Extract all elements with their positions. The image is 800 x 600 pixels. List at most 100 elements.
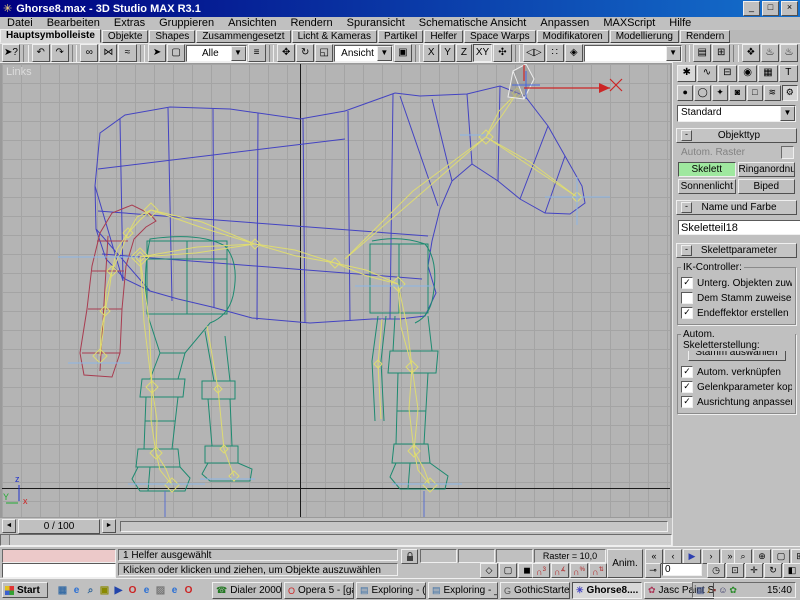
degradation-icon[interactable]: ▢	[499, 563, 517, 578]
tray-app3-icon[interactable]: ✿	[729, 585, 737, 596]
rollout-objekttyp[interactable]: - Objekttyp	[676, 128, 797, 143]
pivot-mode-icon[interactable]: ▣	[394, 44, 412, 62]
rollout-name-und-farbe[interactable]: - Name und Farbe	[676, 200, 797, 215]
toolbar-tab[interactable]: Helfer	[424, 30, 463, 43]
prev-frame-button[interactable]: ‹	[664, 549, 682, 564]
link-icon[interactable]: ∞	[80, 44, 98, 62]
checkbox-row[interactable]: Autom. verknüpfen	[681, 365, 792, 379]
menu-item[interactable]: Schematische Ansicht	[412, 17, 534, 30]
toolbar-tab[interactable]: Space Warps	[464, 30, 536, 43]
checkbox[interactable]	[681, 292, 693, 304]
ql-ie-icon[interactable]: e	[70, 585, 83, 596]
checkbox-row[interactable]: Gelenkparameter kopieren	[681, 380, 792, 394]
checkbox[interactable]	[681, 307, 693, 319]
render-check-icon[interactable]: ◇	[480, 563, 498, 578]
helpers-icon[interactable]: □	[747, 85, 763, 101]
axis-x-button[interactable]: X	[423, 44, 438, 62]
object-type-button[interactable]: Ringanordnung	[738, 162, 796, 177]
tray-app2-icon[interactable]: ☺	[718, 585, 727, 596]
menu-item[interactable]: MAXScript	[596, 17, 662, 30]
toolbar-tab[interactable]: Partikel	[378, 30, 423, 43]
lights-icon[interactable]: ✦	[712, 85, 728, 101]
object-type-button[interactable]: Skelett	[678, 162, 736, 177]
checkbox-row[interactable]: Dem Stamm zuweisen	[681, 291, 792, 305]
viewport-links[interactable]: Links	[2, 64, 670, 517]
toolbar-tab[interactable]: Licht & Kameras	[292, 30, 377, 43]
toolbar-tab[interactable]: Modellierung	[610, 30, 679, 43]
render-last-icon[interactable]: ♨	[780, 44, 798, 62]
task-gothicstarter[interactable]: G GothicStarter..	[500, 582, 570, 599]
ql-ie3-icon[interactable]: e	[168, 585, 181, 596]
render-scene-icon[interactable]: ♨	[761, 44, 779, 62]
time-forward-button[interactable]: ►	[102, 519, 116, 533]
axis-y-button[interactable]: Y	[440, 44, 455, 62]
region-zoom-icon[interactable]: ⊡	[726, 563, 744, 578]
axis-xy-button[interactable]: XY	[473, 44, 493, 62]
redo-icon[interactable]: ↷	[51, 44, 69, 62]
ql-ie2-icon[interactable]: e	[140, 585, 153, 596]
select-by-name-icon[interactable]: ≡	[248, 44, 266, 62]
task-ghorse[interactable]: ✳ Ghorse8....	[572, 582, 642, 599]
toolbar-tab[interactable]: Shapes	[149, 30, 195, 43]
material-editor-icon[interactable]: ❖	[742, 44, 760, 62]
utilities-tab[interactable]: T	[779, 65, 798, 82]
snap-3d-icon[interactable]: ∩3	[532, 563, 550, 578]
minmax-to ggle-icon[interactable]: ◧	[783, 563, 800, 578]
ql-opera-icon[interactable]: O	[126, 585, 139, 596]
checkbox-row[interactable]: Endeffektor erstellen	[681, 306, 792, 320]
collapse-icon[interactable]: -	[681, 245, 692, 256]
mirror-icon[interactable]: ◁▷	[523, 44, 545, 62]
region-select-icon[interactable]: ▢	[167, 44, 185, 62]
minimize-button[interactable]: _	[743, 1, 760, 16]
menu-item[interactable]: Hilfe	[662, 17, 698, 30]
geometry-icon[interactable]: ●	[677, 85, 693, 101]
toolbar-tab[interactable]: Hauptsymbolleiste	[0, 29, 101, 43]
select-object-icon[interactable]: ➤	[148, 44, 166, 62]
checkbox-row[interactable]: Unterg. Objekten zuweisen	[681, 276, 792, 290]
current-frame-field[interactable]	[662, 563, 702, 576]
ql-desktop-icon[interactable]: ▦	[56, 585, 69, 596]
set-key-icon[interactable]: ⊸	[645, 563, 661, 578]
checkbox[interactable]	[681, 396, 693, 408]
task-explorer-2[interactable]: ▤ Exploring - _..	[428, 582, 498, 599]
track-bar[interactable]	[0, 534, 672, 546]
toolbar-tab[interactable]: Modifikatoren	[537, 30, 609, 43]
zoom-extents-icon[interactable]: ⊕	[753, 549, 771, 564]
bind-spacewarp-icon[interactable]: ≈	[118, 44, 136, 62]
snap-spinner-icon[interactable]: ∩⇅	[589, 563, 607, 578]
animate-button[interactable]: Anim.	[607, 549, 643, 578]
collapse-icon[interactable]: -	[681, 202, 692, 213]
tray-volume-icon[interactable]: ♪	[707, 585, 712, 596]
ql-opera2-icon[interactable]: O	[182, 585, 195, 596]
unlink-icon[interactable]: ⋈	[99, 44, 117, 62]
go-start-button[interactable]: «	[645, 549, 663, 564]
array-icon[interactable]: ∷	[546, 44, 564, 62]
viewport-label[interactable]: Links	[6, 66, 32, 78]
dropdown-arrow-icon[interactable]	[377, 46, 392, 61]
dropdown-arrow-icon[interactable]	[231, 46, 246, 61]
chevron-down-icon[interactable]: ▼	[780, 106, 795, 121]
hierarchy-tab[interactable]: ⊟	[718, 65, 737, 82]
ql-scheduler-icon[interactable]: ▣	[98, 585, 111, 596]
scale-icon[interactable]: ◱	[315, 44, 333, 62]
time-slider-track[interactable]	[120, 521, 668, 532]
tray-app1-icon[interactable]: ▪	[713, 585, 716, 596]
display-tab[interactable]: ▦	[758, 65, 777, 82]
play-button[interactable]: ▶	[683, 549, 701, 564]
snap-percent-icon[interactable]: ∩%	[570, 563, 588, 578]
macro-recorder-box[interactable]	[2, 549, 116, 563]
axis-z-button[interactable]: Z	[456, 44, 471, 62]
systems-icon[interactable]: ⚙	[782, 85, 798, 101]
menu-item[interactable]: Anpassen	[533, 17, 596, 30]
object-type-button[interactable]: Biped	[738, 179, 796, 194]
reference-coordsys-dropdown[interactable]: Ansicht	[334, 45, 393, 62]
checkbox[interactable]	[681, 366, 693, 378]
time-slider-handle[interactable]: 0 / 100	[18, 519, 100, 534]
task-explorer-f[interactable]: ▤ Exploring - (F:)	[356, 582, 426, 599]
toolbar-tab[interactable]: Zusammengesetzt	[196, 30, 290, 43]
checkbox[interactable]	[681, 277, 693, 289]
spacewarps-icon[interactable]: ≋	[764, 85, 780, 101]
align-icon[interactable]: ◈	[565, 44, 583, 62]
zoom-region-icon[interactable]: ▢	[772, 549, 790, 564]
time-config-icon[interactable]: ◷	[707, 563, 725, 578]
